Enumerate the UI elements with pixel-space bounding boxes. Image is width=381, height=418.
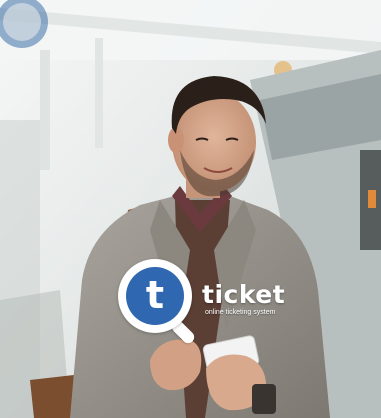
station-photo <box>0 0 381 418</box>
logo-wordmark: ticket <box>202 280 286 309</box>
ticket-logo: t ticket online ticketing system <box>118 259 288 346</box>
pillar <box>95 38 103 148</box>
watch <box>252 384 276 414</box>
logo-tagline: online ticketing system <box>205 309 276 316</box>
pillar <box>40 50 50 170</box>
logo-letter: t <box>145 273 165 317</box>
blurred-sign-center <box>3 3 41 41</box>
train-light <box>368 190 376 208</box>
photo-frame: t ticket online ticketing system <box>0 0 381 418</box>
